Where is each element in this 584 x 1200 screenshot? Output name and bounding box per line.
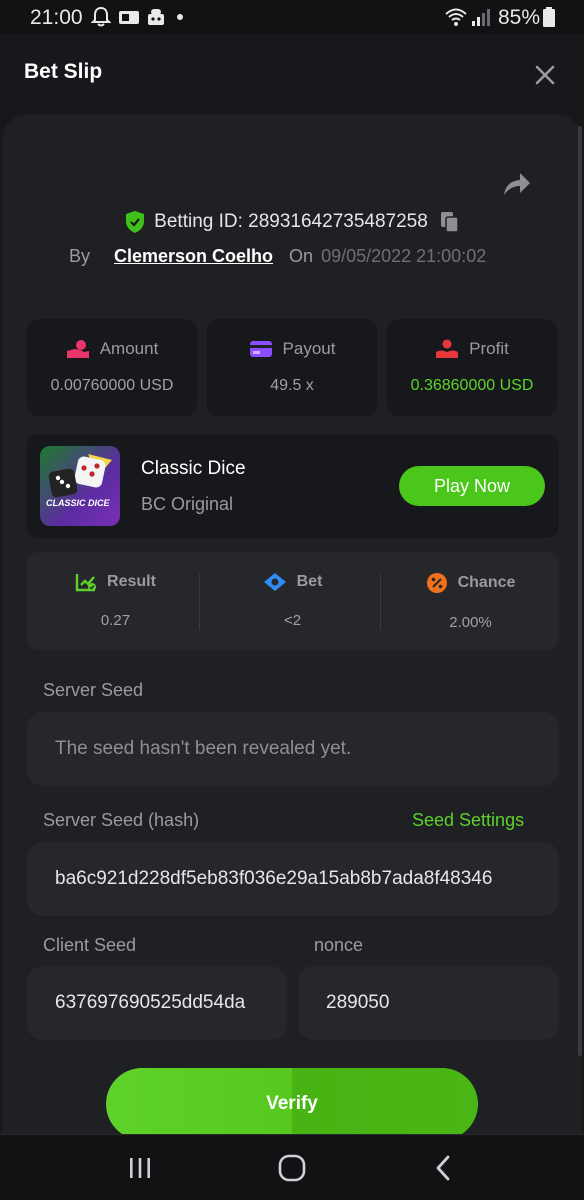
nonce-field[interactable]: 289050 <box>298 966 559 1040</box>
copy-icon[interactable] <box>440 211 460 233</box>
header: Bet Slip <box>0 34 584 114</box>
username-link[interactable]: Clemerson Coelho <box>114 246 273 266</box>
play-now-button[interactable]: Play Now <box>399 466 545 506</box>
battery-percent: 85% <box>498 6 541 29</box>
verify-button[interactable]: Verify <box>106 1068 478 1134</box>
amount-label: Amount <box>99 339 159 358</box>
amount-card: Amount 0.00760000 USD <box>27 319 197 416</box>
wifi-icon <box>445 8 467 26</box>
client-seed-label: Client Seed <box>43 935 137 955</box>
bet-value: <2 <box>283 612 302 629</box>
result-label: Result <box>107 573 156 590</box>
server-seed-label: Server Seed <box>43 680 144 700</box>
result-icon <box>75 574 97 592</box>
result-cell: Result 0.27 <box>27 552 204 650</box>
payout-card: Payout 49.5 x <box>207 319 377 416</box>
status-time: 21:00 <box>30 6 83 29</box>
game-thumbnail[interactable]: CLASSIC DICE <box>40 446 120 526</box>
betting-id-row: Betting ID: 28931642735487258 <box>2 210 582 240</box>
profit-icon <box>436 339 459 358</box>
bet-slip-panel: Betting ID: 28931642735487258 By Clemerso… <box>2 114 582 1134</box>
dice-icon <box>48 454 112 498</box>
payout-icon <box>249 341 272 357</box>
profit-label: Profit <box>469 339 509 358</box>
home-icon[interactable] <box>276 1152 308 1184</box>
signal-icon <box>472 9 490 26</box>
bet-icon <box>263 573 286 591</box>
divider <box>380 574 381 630</box>
game-card: CLASSIC DICE Classic Dice BC Original Pl… <box>27 434 559 538</box>
on-label: On <box>289 246 314 266</box>
seed-settings-link[interactable]: Seed Settings <box>412 810 524 831</box>
betting-id: Betting ID: 28931642735487258 <box>154 211 428 233</box>
share-icon[interactable] <box>502 169 532 197</box>
back-icon[interactable] <box>428 1152 460 1184</box>
chance-cell: Chance 2.00% <box>382 552 559 650</box>
bet-cell: Bet <2 <box>204 552 381 650</box>
shield-check-icon <box>126 211 145 233</box>
profit-value: 0.36860000 USD <box>410 377 534 394</box>
bet-label: Bet <box>296 573 323 590</box>
bet-date: 09/05/2022 21:00:02 <box>321 246 487 266</box>
android-icon <box>148 9 164 25</box>
divider <box>199 574 200 630</box>
nonce-label: nonce <box>314 935 364 955</box>
game-provider: BC Original <box>141 494 234 514</box>
server-seed-hash-label: Server Seed (hash) <box>43 810 200 830</box>
game-thumb-title: CLASSIC DICE <box>46 498 110 508</box>
status-bar: 21:00 85% <box>0 0 584 34</box>
payout-value: 49.5 x <box>270 377 314 394</box>
profit-card: Profit 0.36860000 USD <box>387 319 557 416</box>
client-seed-field[interactable]: 637697690525dd54da <box>27 966 287 1040</box>
ticket-icon <box>119 11 139 24</box>
chance-icon <box>426 573 447 593</box>
chance-label: Chance <box>457 574 516 591</box>
battery-icon <box>543 7 555 27</box>
by-label: By <box>69 246 91 266</box>
close-icon[interactable] <box>532 62 558 88</box>
dot-icon <box>177 14 183 20</box>
server-seed-field[interactable]: The seed hasn't been revealed yet. <box>27 712 559 786</box>
game-name: Classic Dice <box>141 458 246 479</box>
amount-value: 0.00760000 USD <box>50 377 174 394</box>
result-summary: Result 0.27 Bet <2 Chance 2.00% <box>27 552 559 650</box>
chance-value: 2.00% <box>449 614 492 631</box>
amount-icon <box>66 340 89 358</box>
bell-icon <box>90 6 112 27</box>
scrollbar[interactable] <box>578 126 582 1056</box>
recent-apps-icon[interactable] <box>124 1152 156 1184</box>
server-seed-hash-field[interactable]: ba6c921d228df5eb83f036e29a15ab8b7ada8f48… <box>27 842 559 916</box>
bettor-row: By Clemerson Coelho On 09/05/2022 21:00:02 <box>69 246 486 267</box>
payout-label: Payout <box>282 339 336 358</box>
page-title: Bet Slip <box>24 60 103 83</box>
system-nav-bar <box>0 1134 584 1200</box>
result-value: 0.27 <box>100 612 131 629</box>
